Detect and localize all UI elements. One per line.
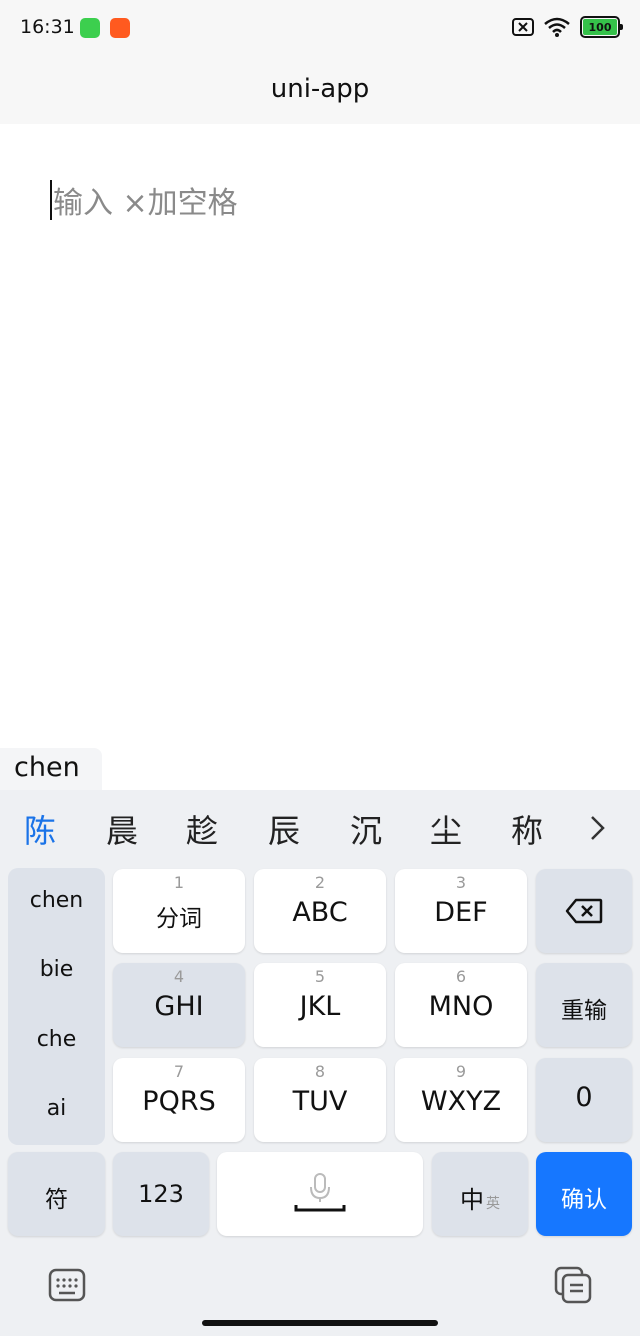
- space-key[interactable]: [217, 1152, 423, 1236]
- pinyin-option[interactable]: bie: [8, 957, 105, 982]
- page-content: 输入 ×加空格: [0, 124, 640, 748]
- composing-tab: chen: [0, 748, 102, 790]
- key-label: 分词: [156, 906, 202, 932]
- pinyin-option[interactable]: ai: [8, 1096, 105, 1121]
- key-number: 6: [455, 967, 467, 986]
- text-input[interactable]: 输入 ×加空格: [50, 178, 238, 222]
- lang-main: 中: [460, 1186, 484, 1214]
- key-label: 确认: [561, 1187, 607, 1213]
- input-placeholder: 输入 ×加空格: [53, 186, 238, 221]
- key-label: DEF: [434, 897, 488, 928]
- pinyin-option[interactable]: che: [8, 1027, 105, 1052]
- key-8-tuv[interactable]: 8 TUV: [254, 1058, 386, 1142]
- symbols-key[interactable]: 符: [8, 1152, 105, 1236]
- candidate-item[interactable]: 沉: [350, 806, 382, 852]
- key-1-fenci[interactable]: 1 分词: [113, 869, 245, 953]
- backspace-key[interactable]: [536, 869, 632, 953]
- page-title: uni-app: [270, 74, 370, 104]
- reinput-key[interactable]: 重输: [536, 963, 632, 1047]
- key-label: 123: [138, 1180, 184, 1208]
- android-app-icon: [80, 18, 100, 38]
- key-3-def[interactable]: 3 DEF: [395, 869, 527, 953]
- clipboard-icon[interactable]: [554, 1266, 592, 1304]
- keyboard-icon[interactable]: [48, 1268, 86, 1302]
- candidate-item[interactable]: 趁: [186, 806, 218, 852]
- candidate-item[interactable]: 陈: [24, 806, 56, 852]
- key-label: WXYZ: [420, 1086, 502, 1117]
- pinyin-option[interactable]: chen: [8, 888, 105, 913]
- nav-bar: uni-app: [0, 58, 640, 124]
- key-9-wxyz[interactable]: 9 WXYZ: [395, 1058, 527, 1142]
- key-label: JKL: [299, 991, 341, 1022]
- key-0[interactable]: 0: [536, 1058, 632, 1142]
- candidate-item[interactable]: 辰: [268, 806, 300, 852]
- key-label: 中英: [432, 1180, 528, 1215]
- composing-text: chen: [14, 752, 80, 783]
- key-number: 1: [173, 873, 185, 892]
- status-time: 16:31: [20, 16, 75, 38]
- keyboard-toolbar: [0, 1240, 640, 1336]
- key-label: MNO: [428, 991, 494, 1022]
- candidate-bar: 陈 晨 趁 辰 沉 尘 称: [0, 790, 640, 866]
- key-number: 4: [173, 967, 185, 986]
- key-label: ABC: [292, 897, 348, 928]
- key-number: 5: [314, 967, 326, 986]
- key-number: 9: [455, 1062, 467, 1081]
- recorder-app-icon: [110, 18, 130, 38]
- key-7-pqrs[interactable]: 7 PQRS: [113, 1058, 245, 1142]
- key-label: 重输: [561, 998, 607, 1024]
- home-indicator[interactable]: [202, 1320, 438, 1326]
- key-label: PQRS: [142, 1086, 216, 1117]
- key-2-abc[interactable]: 2 ABC: [254, 869, 386, 953]
- key-number: 3: [455, 873, 467, 892]
- confirm-button[interactable]: 确认: [536, 1152, 632, 1236]
- language-switch-key[interactable]: 中英: [432, 1152, 528, 1236]
- chevron-right-icon[interactable]: [584, 812, 610, 844]
- backspace-icon: [565, 898, 603, 924]
- candidate-item[interactable]: 尘: [430, 806, 462, 852]
- key-number: 8: [314, 1062, 326, 1081]
- key-number: 2: [314, 873, 326, 892]
- battery-icon: 100: [580, 16, 623, 38]
- key-label: 符: [45, 1187, 68, 1213]
- key-number: 7: [173, 1062, 185, 1081]
- microphone-icon: [294, 1173, 346, 1212]
- text-caret: [50, 180, 52, 220]
- lang-sub: 英: [486, 1196, 500, 1212]
- key-5-jkl[interactable]: 5 JKL: [254, 963, 386, 1047]
- battery-level: 100: [583, 19, 617, 35]
- numbers-key[interactable]: 123: [113, 1152, 209, 1236]
- no-sim-icon: [512, 18, 534, 36]
- pinyin-options: chen bie che ai: [8, 868, 105, 1145]
- wifi-icon: [544, 17, 570, 37]
- key-6-mno[interactable]: 6 MNO: [395, 963, 527, 1047]
- key-4-ghi[interactable]: 4 GHI: [113, 963, 245, 1047]
- key-label: TUV: [292, 1086, 348, 1117]
- key-label: GHI: [154, 991, 204, 1022]
- key-label: 0: [575, 1082, 593, 1113]
- candidate-item[interactable]: 称: [511, 806, 543, 852]
- candidate-item[interactable]: 晨: [106, 806, 138, 852]
- status-bar: 16:31 100: [0, 0, 640, 58]
- status-icons: 100: [512, 16, 623, 38]
